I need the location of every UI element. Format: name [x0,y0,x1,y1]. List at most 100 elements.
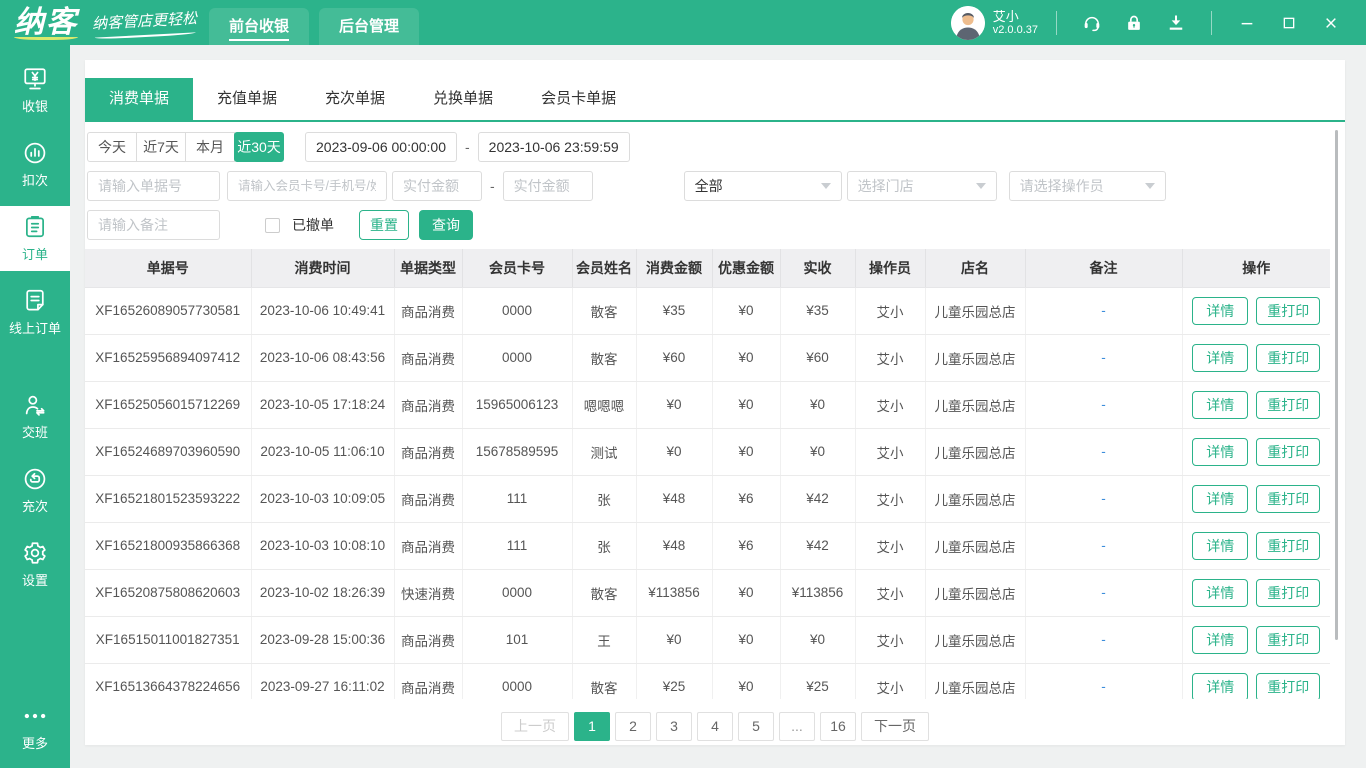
download-icon[interactable] [1166,13,1186,33]
page-prev-button: 上一页 [501,712,569,741]
voided-checkbox[interactable] [265,218,280,233]
reprint-button[interactable]: 重打印 [1256,579,1320,607]
sidebar-item-cashier[interactable]: 收银 [0,58,70,123]
lock-icon[interactable] [1124,13,1144,33]
amount-max-input[interactable] [503,171,593,201]
detail-button[interactable]: 详情 [1192,626,1248,654]
quick-range-button[interactable]: 今天 [87,132,137,162]
order-no-input[interactable] [87,171,220,201]
store-select-placeholder: 选择门店 [858,176,914,196]
page-number-button[interactable]: 2 [615,712,651,741]
quick-range-button[interactable]: 本月 [185,132,235,162]
member-search-input[interactable] [227,171,387,201]
cell-store: 儿童乐园总店 [925,663,1025,699]
operator-select[interactable]: 请选择操作员 [1009,171,1166,201]
cell-time: 2023-10-03 10:09:05 [251,475,394,522]
shift-icon [22,392,48,418]
sidebar-item-label: 设置 [22,570,48,589]
sidebar-item-recharge[interactable]: 充次 [0,458,70,523]
page-ellipsis[interactable]: ... [779,712,815,741]
reprint-button[interactable]: 重打印 [1256,532,1320,560]
reprint-button[interactable]: 重打印 [1256,673,1320,700]
detail-button[interactable]: 详情 [1192,344,1248,372]
divider [1056,11,1057,35]
reset-button[interactable]: 重置 [359,210,409,240]
top-nav: 前台收银后台管理 [209,8,419,45]
app-slogan: 纳客管店更轻松 [92,7,198,33]
amount-min-input[interactable] [392,171,482,201]
top-nav-tab[interactable]: 前台收银 [209,8,309,45]
detail-button[interactable]: 详情 [1192,673,1248,700]
quick-range-button[interactable]: 近30天 [234,132,284,162]
detail-button[interactable]: 详情 [1192,485,1248,513]
search-button[interactable]: 查询 [419,210,473,240]
detail-button[interactable]: 详情 [1192,532,1248,560]
cell-type: 商品消费 [394,381,462,428]
reprint-button[interactable]: 重打印 [1256,297,1320,325]
sidebar-item-settings[interactable]: 设置 [0,532,70,597]
sidebar-item-shift[interactable]: 交班 [0,384,70,449]
cell-member: 王 [572,616,636,663]
end-date-input[interactable] [478,132,630,162]
sidebar-item-deduct[interactable]: 扣次 [0,132,70,197]
detail-button[interactable]: 详情 [1192,579,1248,607]
page-number-button[interactable]: 3 [656,712,692,741]
doc-tab[interactable]: 充值单据 [193,78,301,120]
cell-order_no: XF16520875808620603 [85,569,251,616]
close-button[interactable] [1323,15,1339,31]
cell-order_no: XF16526089057730581 [85,287,251,334]
cell-actions: 详情重打印 [1182,381,1330,428]
cell-member: 散客 [572,334,636,381]
cell-amount: ¥0 [636,381,712,428]
cell-member: 张 [572,475,636,522]
cell-amount: ¥0 [636,428,712,475]
cell-paid: ¥25 [780,663,855,699]
column-header: 操作 [1182,249,1330,287]
reprint-button[interactable]: 重打印 [1256,485,1320,513]
avatar[interactable] [951,6,985,40]
page-number-button[interactable]: 1 [574,712,610,741]
detail-button[interactable]: 详情 [1192,438,1248,466]
column-header: 店名 [925,249,1025,287]
sidebar-item-more[interactable]: 更多 [0,695,70,760]
detail-button[interactable]: 详情 [1192,297,1248,325]
type-select[interactable]: 全部 [684,171,842,201]
remark-input[interactable] [87,210,220,240]
reprint-button[interactable]: 重打印 [1256,438,1320,466]
pagination: 上一页12345...16下一页 [85,712,1345,741]
top-nav-tab[interactable]: 后台管理 [319,8,419,45]
service-icon[interactable] [1082,13,1102,33]
page-number-button[interactable]: 5 [738,712,774,741]
doc-tab[interactable]: 消费单据 [85,78,193,120]
page-number-button[interactable]: 16 [820,712,856,741]
brand-area: 纳客 纳客管店更轻松 [0,0,197,45]
maximize-button[interactable] [1281,15,1297,31]
orders-table: 单据号消费时间单据类型会员卡号会员姓名消费金额优惠金额实收操作员店名备注操作XF… [85,249,1330,699]
detail-button[interactable]: 详情 [1192,391,1248,419]
reprint-button[interactable]: 重打印 [1256,344,1320,372]
vertical-scrollbar[interactable] [1335,130,1338,640]
cell-card_no: 111 [462,522,572,569]
recharge-icon [22,466,48,492]
minimize-button[interactable] [1239,15,1255,31]
table-row: XF165218009358663682023-10-03 10:08:10商品… [85,522,1330,569]
filter-row-actions: 已撤单 重置 查询 [87,210,1345,240]
column-header: 消费金额 [636,249,712,287]
sidebar-item-orders[interactable]: 订单 [0,206,70,271]
reprint-button[interactable]: 重打印 [1256,626,1320,654]
doc-tab[interactable]: 充次单据 [301,78,409,120]
store-select[interactable]: 选择门店 [847,171,997,201]
column-header: 会员姓名 [572,249,636,287]
start-date-input[interactable] [305,132,457,162]
page-number-button[interactable]: 4 [697,712,733,741]
sidebar-item-online-orders[interactable]: 线上订单 [0,280,70,345]
cell-order_no: XF16521800935866368 [85,522,251,569]
cell-remark: - [1025,475,1182,522]
doc-tab[interactable]: 会员卡单据 [517,78,640,120]
doc-tab[interactable]: 兑换单据 [409,78,517,120]
quick-range-button[interactable]: 近7天 [136,132,186,162]
page-next-button[interactable]: 下一页 [861,712,929,741]
reprint-button[interactable]: 重打印 [1256,391,1320,419]
cell-amount: ¥60 [636,334,712,381]
sidebar-item-label: 线上订单 [9,318,61,337]
